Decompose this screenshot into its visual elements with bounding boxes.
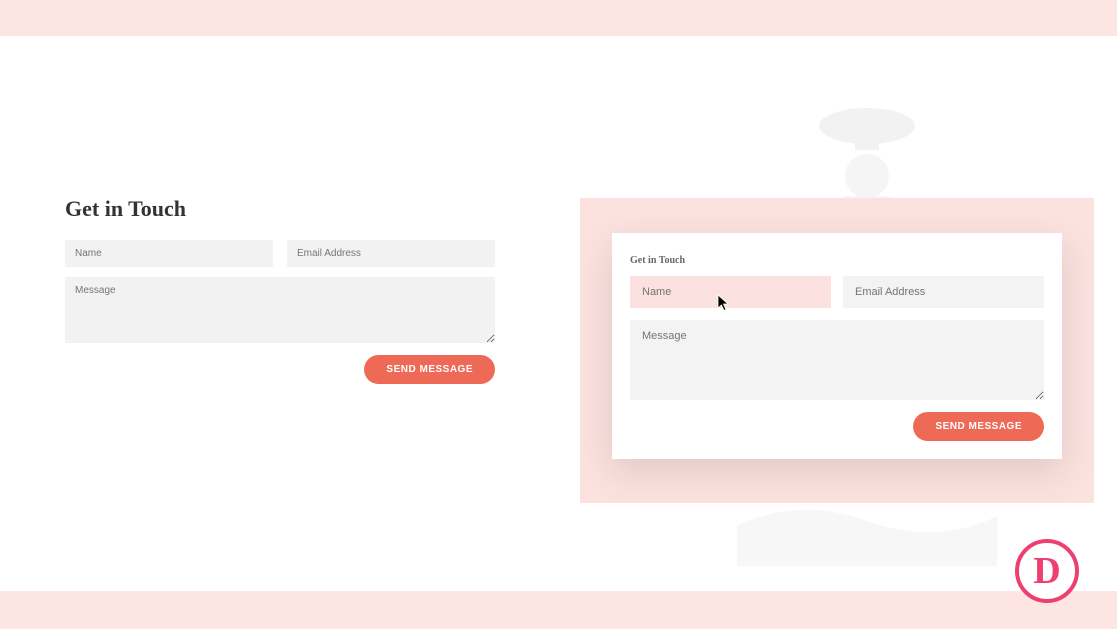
right-contact-form: Get in Touch SEND MESSAGE [612, 233, 1062, 459]
bottom-bar [0, 591, 1117, 629]
form-heading: Get in Touch [65, 196, 495, 222]
top-bar [0, 0, 1117, 36]
button-row: SEND MESSAGE [65, 355, 495, 384]
form-heading: Get in Touch [630, 255, 1044, 266]
right-form-container: Get in Touch SEND MESSAGE [580, 198, 1094, 503]
content-area: Get in Touch SEND MESSAGE Get in Touch S… [0, 36, 1117, 591]
left-contact-form: Get in Touch SEND MESSAGE [20, 166, 540, 414]
name-input[interactable] [630, 276, 831, 308]
form-row-top [630, 276, 1044, 308]
name-input[interactable] [65, 240, 273, 267]
button-row: SEND MESSAGE [630, 412, 1044, 441]
email-input[interactable] [287, 240, 495, 267]
message-textarea[interactable] [65, 277, 495, 343]
divi-logo[interactable]: D [1015, 539, 1079, 603]
email-input[interactable] [843, 276, 1044, 308]
send-message-button[interactable]: SEND MESSAGE [364, 355, 495, 384]
send-message-button[interactable]: SEND MESSAGE [913, 412, 1044, 441]
logo-letter: D [1033, 552, 1060, 590]
message-textarea[interactable] [630, 320, 1044, 400]
form-row-top [65, 240, 495, 267]
